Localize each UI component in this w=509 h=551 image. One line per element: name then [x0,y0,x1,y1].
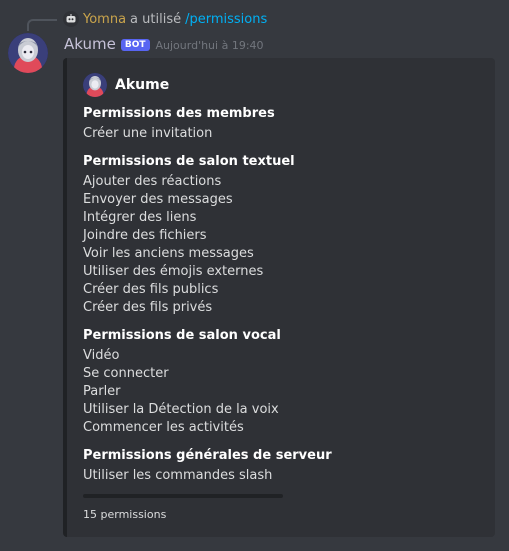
command-usage-line[interactable]: Yomna a utilisé /permissions [63,10,267,28]
embed-field: Permissions de salon vocal Vidéo Se conn… [83,327,332,437]
field-value: Créer une invitation [83,125,332,143]
reply-username[interactable]: Yomna [83,12,126,27]
permission-item: Vidéo [83,348,120,363]
field-value: Utiliser les commandes slash [83,467,332,485]
permission-item: Utiliser la Détection de la voix [83,402,279,417]
permission-item: Parler [83,384,121,399]
embed-author: Akume [83,73,169,97]
permission-item: Commencer les activités [83,420,244,435]
field-title: Permissions de salon vocal [83,328,281,343]
field-title: Permissions des membres [83,106,275,121]
timestamp: Aujourd'hui à 19:40 [155,39,264,52]
permission-item: Joindre des fichiers [83,228,207,243]
permission-item: Utiliser des émojis externes [83,264,264,279]
field-title: Permissions générales de serveur [83,448,332,463]
embed-footer: 15 permissions [83,508,167,521]
permission-item: Envoyer des messages [83,192,233,207]
reply-spine [27,19,57,31]
field-value: Vidéo Se connecter Parler Utiliser la Dé… [83,347,332,437]
permission-item: Ajouter des réactions [83,174,222,189]
discord-bot-icon [63,11,79,27]
permission-item: Se connecter [83,366,169,381]
discord-message: Yomna a utilisé /permissions Akume BOT A… [0,0,509,551]
embed-author-icon [83,73,107,97]
field-value: Ajouter des réactions Envoyer des messag… [83,173,332,317]
field-title: Permissions de salon textuel [83,154,295,169]
embed-field: Permissions des membres Créer une invita… [83,105,332,143]
permissions-embed: Akume Permissions des membres Créer une … [63,58,495,537]
permission-item: Voir les anciens messages [83,246,254,261]
permission-item: Utiliser les commandes slash [83,468,273,483]
permission-item: Intégrer des liens [83,210,197,225]
slash-command-link[interactable]: /permissions [185,12,267,27]
permission-item: Créer des fils publics [83,282,219,297]
embed-field: Permissions de salon textuel Ajouter des… [83,153,332,317]
username[interactable]: Akume [64,35,116,53]
message-header: Akume BOT Aujourd'hui à 19:40 [64,35,264,53]
permission-item: Créer une invitation [83,126,213,141]
embed-author-name: Akume [115,77,170,93]
embed-fields: Permissions des membres Créer une invita… [83,105,332,495]
reply-action-text: a utilisé [130,11,182,27]
avatar[interactable] [8,33,48,73]
permission-item: Créer des fils privés [83,300,213,315]
embed-field: Permissions générales de serveur Utilise… [83,447,332,485]
bot-badge: BOT [120,39,150,51]
embed-image-placeholder[interactable] [83,494,283,498]
